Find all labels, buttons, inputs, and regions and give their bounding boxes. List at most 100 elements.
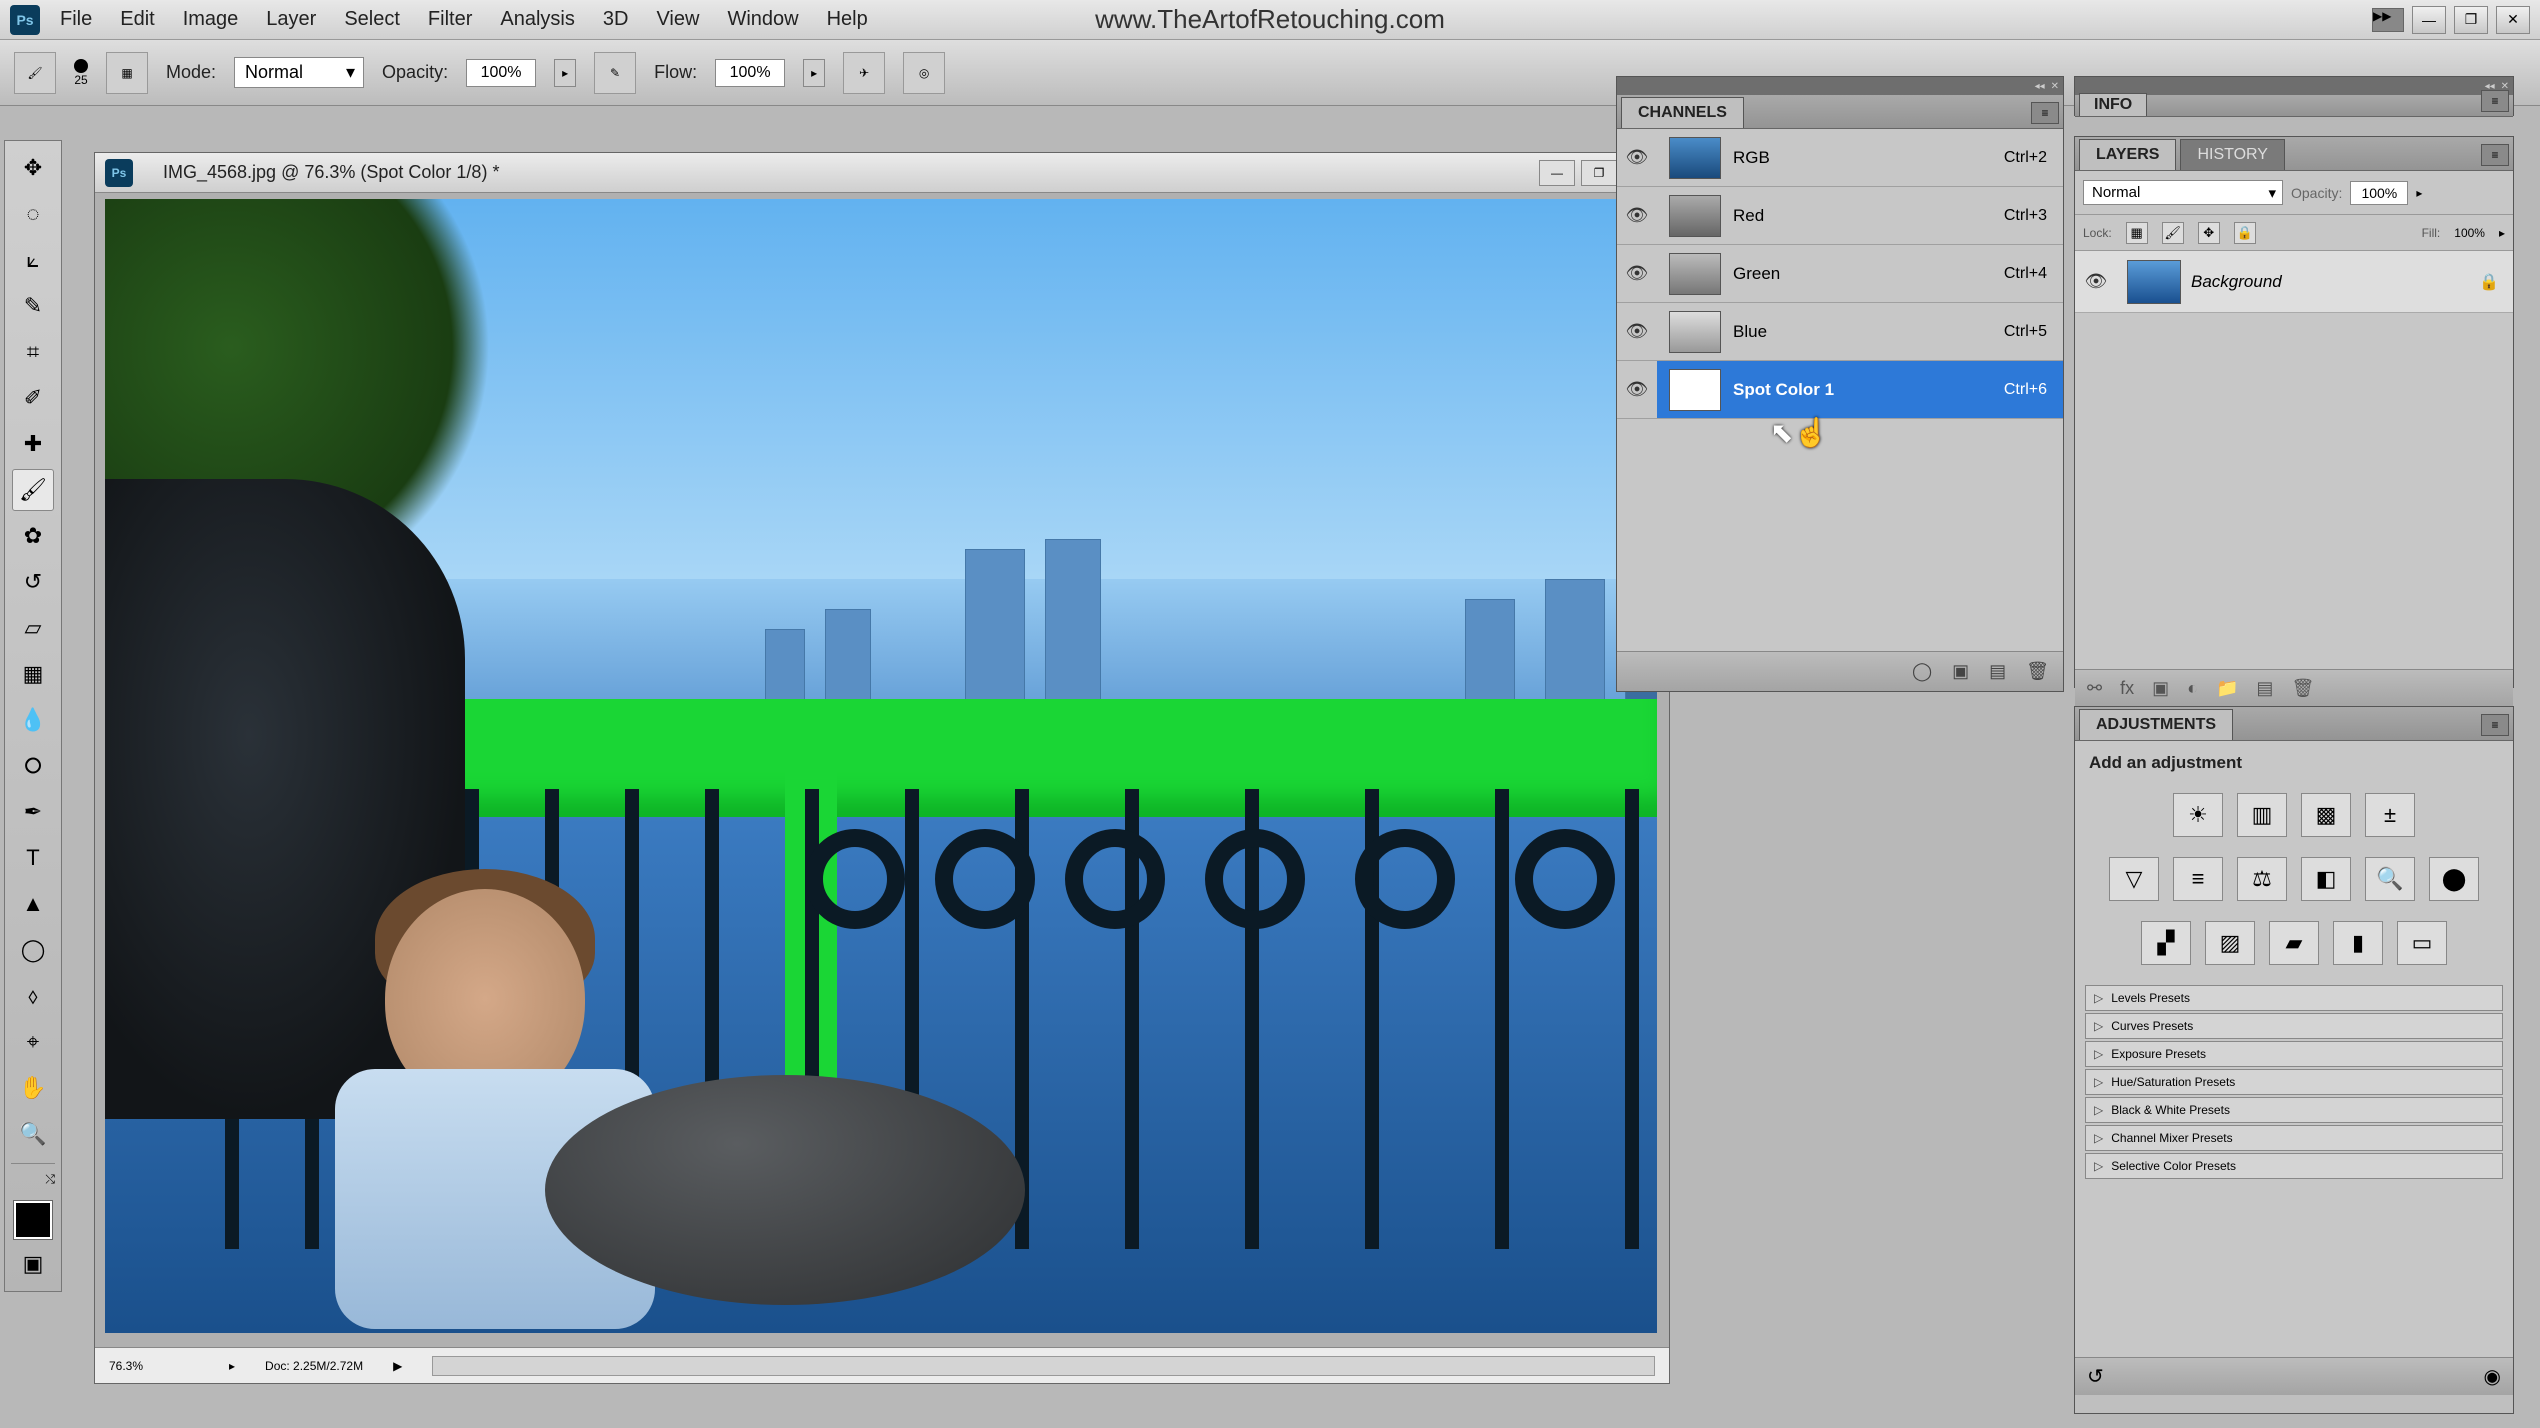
dodge-tool[interactable]: ⭘ [12,745,54,787]
minimize-button[interactable]: — [2412,6,2446,34]
layer-group-icon[interactable]: 📁 [2216,678,2238,699]
canvas-viewport[interactable] [95,193,1669,1347]
blend-mode-select[interactable]: Normal [234,57,364,88]
lasso-tool[interactable]: ⟀ [12,239,54,281]
eraser-tool[interactable]: ▱ [12,607,54,649]
close-button[interactable]: ✕ [2496,6,2530,34]
channel-thumbnail[interactable] [1669,369,1721,411]
doc-minimize-button[interactable]: — [1539,160,1575,186]
lock-transparency-icon[interactable]: ▦ [2126,222,2148,244]
hand-tool[interactable]: ✋ [12,1067,54,1109]
preset-item[interactable]: ▷Curves Presets [2085,1013,2503,1039]
curves-icon[interactable]: ▩ [2301,793,2351,837]
preset-item[interactable]: ▷Black & White Presets [2085,1097,2503,1123]
path-select-tool[interactable]: ▲ [12,883,54,925]
crop-tool[interactable]: ⌗ [12,331,54,373]
menu-layer[interactable]: Layer [266,8,316,31]
hue-sat-icon[interactable]: ≡ [2173,857,2223,901]
flow-flyout[interactable]: ▸ [803,59,825,87]
panel-menu-icon[interactable]: ≡ [2031,102,2059,124]
tablet-size-toggle[interactable]: ◎ [903,52,945,94]
channel-thumbnail[interactable] [1669,311,1721,353]
stamp-tool[interactable]: ✿ [12,515,54,557]
photo-filter-icon[interactable]: 🔍 [2365,857,2415,901]
visibility-eye-icon[interactable]: 👁 [1617,147,1657,168]
doc-maximize-button[interactable]: ❐ [1581,160,1617,186]
gradient-map-icon[interactable]: ▮ [2333,921,2383,965]
channel-row[interactable]: 👁 Green Ctrl+4 [1617,245,2063,303]
layer-thumbnail[interactable] [2127,260,2181,304]
blend-mode-select[interactable]: Normal [2083,180,2283,205]
tab-adjustments[interactable]: ADJUSTMENTS [2079,709,2233,740]
channel-row[interactable]: 👁 RGB Ctrl+2 [1617,129,2063,187]
document-titlebar[interactable]: Ps IMG_4568.jpg @ 76.3% (Spot Color 1/8)… [95,153,1669,193]
new-layer-icon[interactable]: ▤ [2256,678,2273,699]
preset-item[interactable]: ▷Hue/Saturation Presets [2085,1069,2503,1095]
lock-position-icon[interactable]: ✥ [2198,222,2220,244]
toolbar-expand[interactable]: ▶▶ [2372,8,2404,32]
restore-button[interactable]: ❐ [2454,6,2488,34]
menu-filter[interactable]: Filter [428,8,472,31]
flyout-arrow-icon[interactable]: ▸ [2499,226,2505,240]
opacity-input[interactable]: 100% [466,59,536,87]
tablet-opacity-toggle[interactable]: ✎ [594,52,636,94]
delete-layer-icon[interactable]: 🗑 [2291,678,2314,699]
vibrance-icon[interactable]: ▽ [2109,857,2159,901]
invert-icon[interactable]: ▞ [2141,921,2191,965]
channel-row[interactable]: 👁 Red Ctrl+3 [1617,187,2063,245]
type-tool[interactable]: T [12,837,54,879]
brightness-contrast-icon[interactable]: ☀ [2173,793,2223,837]
channel-mixer-icon[interactable]: ⬤ [2429,857,2479,901]
tab-channels[interactable]: CHANNELS [1621,97,1744,128]
channel-row[interactable]: 👁 Blue Ctrl+5 [1617,303,2063,361]
channel-row[interactable]: 👁 Spot Color 1 Ctrl+6 [1617,361,2063,419]
exposure-icon[interactable]: ± [2365,793,2415,837]
channel-thumbnail[interactable] [1669,195,1721,237]
channel-thumbnail[interactable] [1669,253,1721,295]
menu-file[interactable]: File [60,8,92,31]
tab-info[interactable]: INFO [2079,93,2147,116]
flow-input[interactable]: 100% [715,59,785,87]
posterize-icon[interactable]: ▨ [2205,921,2255,965]
threshold-icon[interactable]: ▰ [2269,921,2319,965]
gradient-tool[interactable]: ▦ [12,653,54,695]
healing-tool[interactable]: ✚ [12,423,54,465]
visibility-eye-icon[interactable]: 👁 [1617,321,1657,342]
new-channel-icon[interactable]: ▤ [1989,661,2006,682]
foreground-color-swatch[interactable] [14,1201,52,1239]
visibility-eye-icon[interactable]: 👁 [1617,361,1657,418]
doc-status-icon[interactable]: ▸ [229,1359,235,1373]
selective-color-icon[interactable]: ▭ [2397,921,2447,965]
adjustment-clip-icon[interactable]: ◉ [2484,1364,2501,1389]
layer-row[interactable]: 👁 Background 🔒 [2075,251,2513,313]
tab-history[interactable]: HISTORY [2180,139,2285,170]
menu-window[interactable]: Window [727,8,798,31]
quick-mask-toggle[interactable]: ▣ [12,1243,54,1285]
eyedropper-tool[interactable]: ✐ [12,377,54,419]
adjustment-layer-icon[interactable]: ◐ [2187,678,2198,699]
marquee-tool[interactable]: ◌ [12,193,54,235]
flyout-arrow-icon[interactable]: ▸ [2416,186,2422,200]
preset-item[interactable]: ▷Exposure Presets [2085,1041,2503,1067]
save-selection-icon[interactable]: ▣ [1952,661,1969,682]
zoom-tool[interactable]: 🔍 [12,1113,54,1155]
status-menu-arrow[interactable]: ▶ [393,1359,402,1373]
3d-camera-tool[interactable]: ⌖ [12,1021,54,1063]
delete-channel-icon[interactable]: 🗑 [2026,661,2049,682]
panel-menu-icon[interactable]: ≡ [2481,714,2509,736]
visibility-eye-icon[interactable]: 👁 [1617,205,1657,226]
adjustment-reset-icon[interactable]: ↺ [2087,1364,2104,1389]
3d-tool[interactable]: ⬨ [12,975,54,1017]
levels-icon[interactable]: ▥ [2237,793,2287,837]
panel-menu-icon[interactable]: ≡ [2481,90,2509,112]
layer-style-icon[interactable]: fx [2120,678,2134,699]
menu-edit[interactable]: Edit [120,8,154,31]
zoom-level[interactable]: 76.3% [109,1359,199,1373]
brush-tool[interactable]: 🖌 [12,469,54,511]
menu-select[interactable]: Select [344,8,400,31]
menu-help[interactable]: Help [827,8,868,31]
visibility-eye-icon[interactable]: 👁 [2075,271,2117,292]
quick-select-tool[interactable]: ✎ [12,285,54,327]
collapse-icon[interactable]: ◂◂ [2035,81,2045,92]
load-selection-icon[interactable]: ◯ [1912,661,1932,682]
